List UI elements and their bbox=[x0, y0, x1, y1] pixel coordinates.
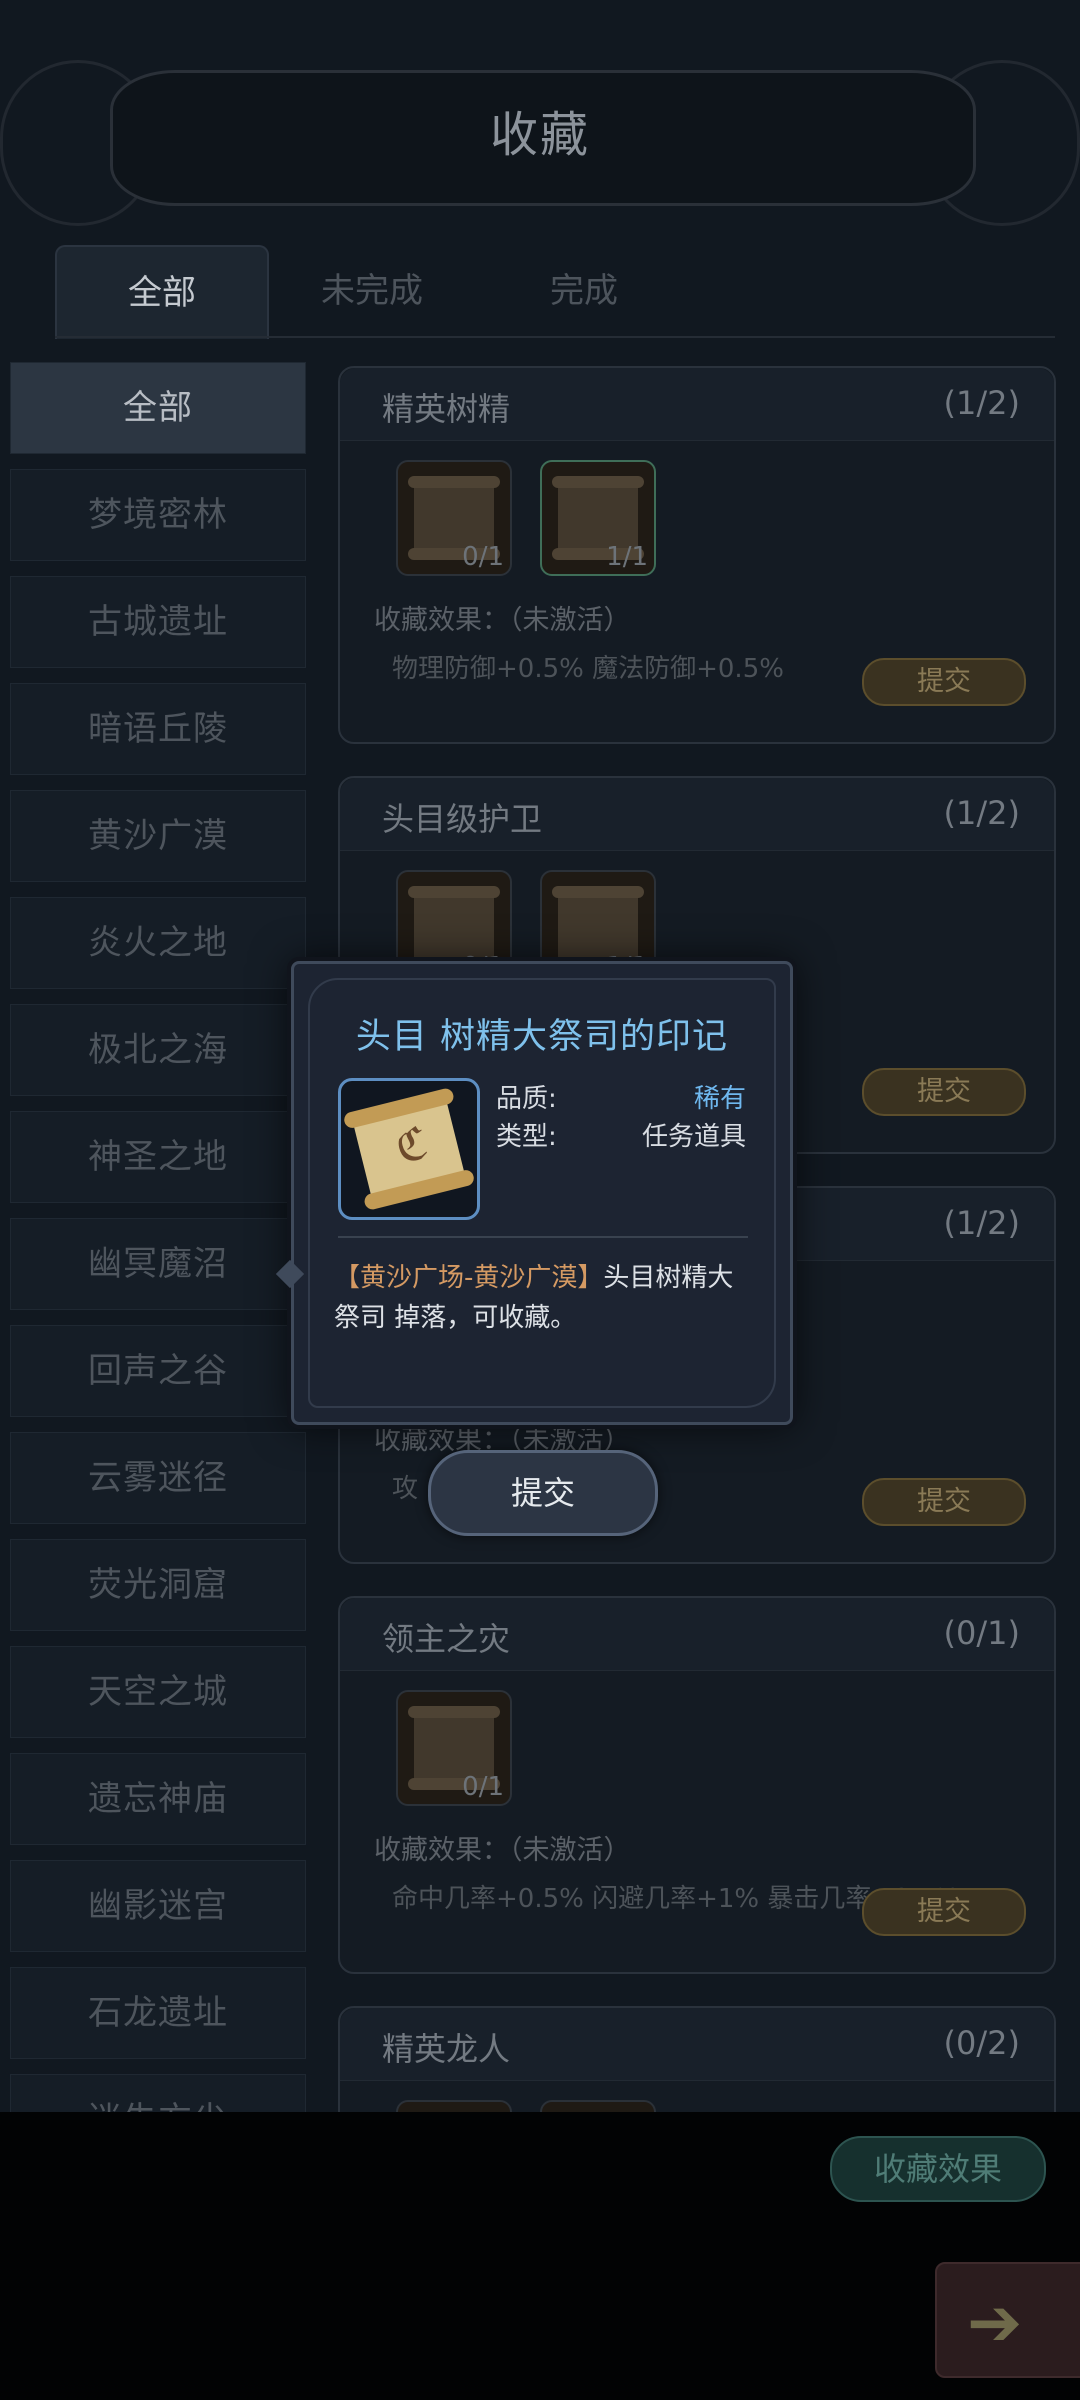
collection-effect-button[interactable]: 收藏效果 bbox=[830, 2136, 1046, 2202]
source-location: 【黄沙广场-黄沙广漠】 bbox=[334, 1263, 604, 1293]
submit-button[interactable]: 提交 bbox=[862, 1068, 1026, 1116]
sidebar-item-region[interactable]: 暗语丘陵 bbox=[10, 683, 306, 775]
sidebar-item-region[interactable]: 神圣之地 bbox=[10, 1111, 306, 1203]
card-title: 精英树精 bbox=[382, 390, 511, 428]
card-progress: (1/2) bbox=[943, 794, 1020, 832]
divider bbox=[338, 1236, 748, 1238]
tab-complete[interactable]: 完成 bbox=[479, 245, 689, 337]
sidebar-item-region[interactable]: 回声之谷 bbox=[10, 1325, 306, 1417]
type-row: 类型: 任务道具 bbox=[496, 1116, 746, 1153]
effect-label: 收藏效果：（未激活） bbox=[374, 605, 631, 636]
item-slot[interactable]: 0/1 bbox=[396, 460, 512, 576]
tooltip-title: 头目 树精大祭司的印记 bbox=[355, 1017, 729, 1057]
next-button[interactable]: ➔ bbox=[935, 2262, 1080, 2378]
submit-button[interactable]: 提交 bbox=[862, 658, 1026, 706]
collection-card: 领主之灾 (0/1) 0/1 收藏效果：（未激活） 命中几率+0.5% 闪避几率… bbox=[338, 1596, 1056, 1974]
card-progress: (0/2) bbox=[943, 2024, 1020, 2062]
item-slot[interactable] bbox=[540, 2100, 656, 2112]
slot-count: 0/1 bbox=[462, 542, 504, 572]
card-progress: (0/1) bbox=[943, 1614, 1020, 1652]
card-title: 头目级护卫 bbox=[382, 800, 543, 838]
card-header: 头目级护卫 (1/2) bbox=[340, 778, 1054, 851]
sidebar-item-region[interactable]: 云雾迷径 bbox=[10, 1432, 306, 1524]
sidebar-item-region[interactable]: 幽影迷宫 bbox=[10, 1860, 306, 1952]
quality-label: 品质: bbox=[496, 1084, 557, 1114]
submit-button[interactable]: 提交 bbox=[862, 1478, 1026, 1526]
card-header: 精英龙人 (0/2) bbox=[340, 2008, 1054, 2081]
sidebar-item-region[interactable]: 幽冥魔沼 bbox=[10, 1218, 306, 1310]
type-label: 类型: bbox=[496, 1122, 557, 1152]
sidebar-item-region[interactable]: 古城遗址 bbox=[10, 576, 306, 668]
card-progress: (1/2) bbox=[943, 384, 1020, 422]
sidebar-item-region[interactable]: 极北之海 bbox=[10, 1004, 306, 1096]
submit-button[interactable]: 提交 bbox=[428, 1450, 658, 1536]
effect-text: 攻 bbox=[392, 1474, 419, 1504]
tab-bar: 全部 未完成 完成 bbox=[55, 245, 1075, 339]
tabs-divider bbox=[55, 336, 1055, 338]
sidebar-item-region[interactable]: 石龙遗址 bbox=[10, 1967, 306, 2059]
page-title: 收藏 bbox=[489, 107, 590, 163]
region-sidebar: 全部 梦境密林 古城遗址 暗语丘陵 黄沙广漠 炎火之地 极北之海 神圣之地 幽冥… bbox=[10, 362, 306, 2181]
item-slot[interactable]: 0/1 bbox=[396, 1690, 512, 1806]
seal-mark: ℭ bbox=[390, 1117, 433, 1175]
sidebar-item-region[interactable]: 黄沙广漠 bbox=[10, 790, 306, 882]
type-value: 任务道具 bbox=[641, 1122, 746, 1152]
tab-incomplete[interactable]: 未完成 bbox=[267, 245, 477, 337]
effect-label: 收藏效果：（未激活） bbox=[374, 1835, 631, 1866]
slot-count: 1/1 bbox=[606, 542, 648, 572]
item-tooltip: 头目 树精大祭司的印记 ℭ 品质: 稀有 类型: 任务道具 【黄沙广场-黄沙广漠… bbox=[275, 961, 793, 1425]
card-title: 领主之灾 bbox=[382, 1620, 511, 1658]
collection-card: 精英树精 (1/2) 0/1 1/1 收藏效果：（未激活） 物理防御+0.5% … bbox=[338, 366, 1056, 744]
sidebar-item-region[interactable]: 遗忘神庙 bbox=[10, 1753, 306, 1845]
arrow-right-icon: ➔ bbox=[967, 2284, 1023, 2361]
quality-value: 稀有 bbox=[693, 1084, 746, 1114]
sidebar-item-region[interactable]: 天空之城 bbox=[10, 1646, 306, 1738]
item-icon-frame: ℭ bbox=[338, 1078, 480, 1220]
collection-card: 精英龙人 (0/2) bbox=[338, 2006, 1056, 2112]
item-slot[interactable] bbox=[396, 2100, 512, 2112]
effect-text: 物理防御+0.5% 魔法防御+0.5% bbox=[392, 654, 784, 684]
card-header: 领主之灾 (0/1) bbox=[340, 1598, 1054, 1671]
sidebar-item-all[interactable]: 全部 bbox=[10, 362, 306, 454]
tab-all[interactable]: 全部 bbox=[55, 245, 269, 339]
sidebar-item-region[interactable]: 荧光洞窟 bbox=[10, 1539, 306, 1631]
card-title: 精英龙人 bbox=[382, 2030, 511, 2068]
tooltip-description: 【黄沙广场-黄沙广漠】头目树精大祭司 掉落，可收藏。 bbox=[334, 1258, 754, 1338]
submit-button[interactable]: 提交 bbox=[862, 1888, 1026, 1936]
sidebar-item-region[interactable]: 梦境密林 bbox=[10, 469, 306, 561]
card-header: 精英树精 (1/2) bbox=[340, 368, 1054, 441]
card-progress: (1/2) bbox=[943, 1204, 1020, 1242]
quality-row: 品质: 稀有 bbox=[496, 1078, 746, 1115]
slot-count: 0/1 bbox=[462, 1772, 504, 1802]
sidebar-item-region[interactable]: 炎火之地 bbox=[10, 897, 306, 989]
item-slot[interactable]: 1/1 bbox=[540, 460, 656, 576]
scroll-icon: ℭ bbox=[351, 1094, 467, 1204]
